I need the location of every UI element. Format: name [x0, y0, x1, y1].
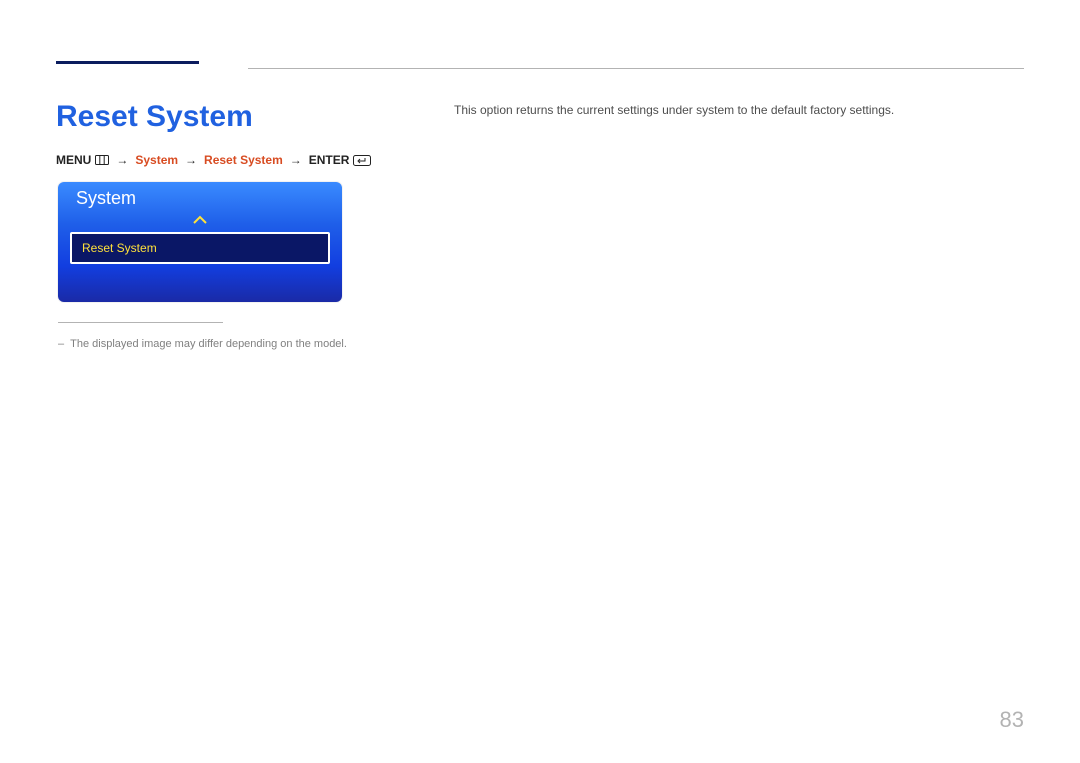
panel-title: System	[58, 182, 342, 215]
breadcrumb-arrow: →	[182, 153, 200, 167]
footnote-dash: –	[58, 338, 64, 350]
breadcrumb-arrow: →	[287, 153, 305, 167]
footnote-text: The displayed image may differ depending…	[70, 338, 347, 350]
footnote-rule	[58, 322, 223, 323]
system-menu-illustration: System Reset System	[58, 182, 342, 302]
menu-item-label: Reset System	[82, 241, 157, 255]
menu-icon	[95, 155, 109, 165]
enter-icon	[353, 155, 371, 166]
breadcrumb-system: System	[135, 153, 178, 167]
breadcrumb-reset: Reset System	[204, 153, 283, 167]
page-number: 83	[1000, 707, 1024, 733]
top-horizontal-rule	[248, 68, 1024, 69]
breadcrumb: MENU → System → Reset System → ENTER	[56, 153, 371, 167]
chevron-up-icon	[58, 215, 342, 226]
menu-item-reset-system: Reset System	[70, 232, 330, 264]
description-text: This option returns the current settings…	[454, 103, 894, 117]
breadcrumb-enter-label: ENTER	[309, 153, 350, 167]
footnote: – The displayed image may differ dependi…	[58, 338, 347, 350]
page-title: Reset System	[56, 100, 253, 134]
breadcrumb-arrow: →	[113, 153, 131, 167]
breadcrumb-menu-label: MENU	[56, 153, 91, 167]
section-accent-bar	[56, 61, 199, 64]
